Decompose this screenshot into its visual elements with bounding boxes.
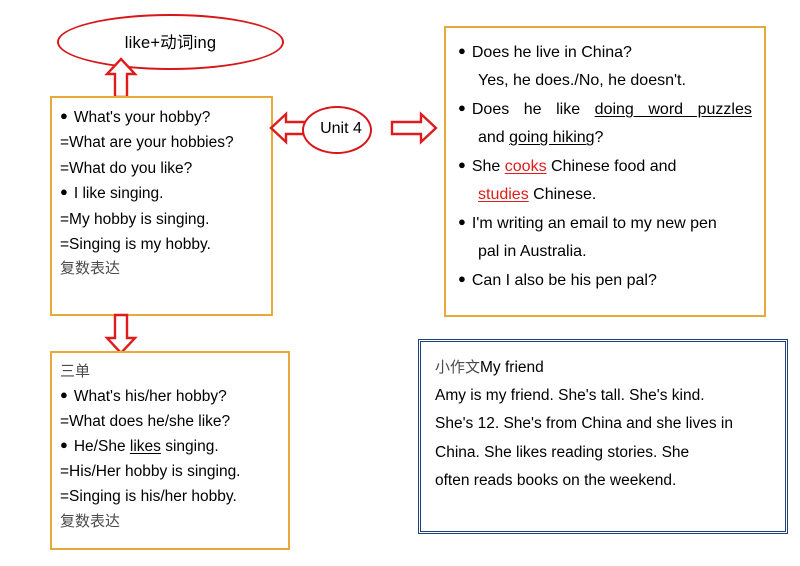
list-item: ● What's your hobby?: [60, 105, 265, 130]
list-item: ● Does he like doing word puzzles: [458, 96, 754, 124]
list-item: ● He/She likes singing.: [60, 434, 282, 459]
list-item-text: She cooks Chinese food and: [472, 153, 677, 181]
sentences-box: ● Does he live in China? Yes, he does./N…: [444, 26, 766, 317]
list-item-text: Does he live in China?: [471, 44, 632, 61]
unit-ellipse: Unit 4: [302, 106, 372, 154]
diagram-canvas: like+动词ing ● What's your hobby? =What ar…: [0, 0, 800, 566]
question-continuation: and going hiking?: [458, 124, 754, 152]
list-item: =His/Her hobby is singing.: [60, 463, 241, 481]
list-item: =What are your hobbies?: [60, 134, 234, 152]
text-fragment: She: [471, 157, 505, 175]
composition-line: Amy is my friend. She's tall. She's kind…: [435, 387, 705, 405]
bullet-icon: ●: [458, 270, 466, 286]
bullet-icon: ●: [60, 184, 68, 200]
composition-heading-cn: 小作文: [435, 359, 481, 376]
list-item-text: What's your hobby?: [73, 109, 211, 126]
composition-line: often reads books on the weekend.: [435, 471, 677, 489]
bullet-icon: ●: [60, 437, 68, 453]
list-item: =What does he/she like?: [60, 413, 231, 431]
highlighted-verb: studies: [478, 186, 529, 204]
list-item-text: He/She likes singing.: [74, 434, 219, 459]
plural-note: 复数表达: [60, 512, 121, 530]
sentence-continuation: studies Chinese.: [458, 181, 754, 209]
list-item: ● Can I also be his pen pal?: [458, 267, 754, 295]
third-person-box: 三单 ● What's his/her hobby? =What does he…: [50, 351, 290, 550]
text-fragment: He/She: [73, 438, 130, 456]
bullet-icon: ●: [458, 99, 466, 115]
list-item-text: Does he like doing word puzzles: [472, 96, 752, 124]
arrow-up-icon: [104, 57, 138, 99]
text-fragment: and: [478, 129, 510, 147]
answer-line: Yes, he does./No, he doesn't.: [478, 72, 686, 90]
sentence-continuation: pal in Australia.: [478, 243, 587, 261]
list-item-text: I like singing.: [73, 185, 164, 203]
list-item: ● Does he live in China?: [458, 39, 754, 67]
topic-ellipse: like+动词ing: [57, 14, 284, 70]
composition-heading: 小作文My friend: [435, 354, 773, 382]
underlined-phrase: going hiking: [509, 129, 595, 147]
bullet-icon: ●: [60, 108, 68, 123]
text-fragment: Chinese food and: [546, 157, 677, 175]
composition-heading-en: My friend: [480, 359, 544, 376]
underlined-verb: likes: [129, 438, 161, 456]
list-item: ● What's his/her hobby?: [60, 384, 282, 409]
first-person-box: ● What's your hobby? =What are your hobb…: [50, 96, 273, 316]
arrow-right-icon: [390, 111, 438, 145]
topic-ellipse-label: like+动词ing: [124, 34, 217, 52]
arrow-down-icon: [104, 313, 138, 355]
bullet-icon: ●: [60, 387, 68, 402]
list-item: =My hobby is singing.: [60, 210, 210, 228]
list-item-text: What's his/her hobby?: [73, 388, 227, 405]
composition-box: 小作文My friend Amy is my friend. She's tal…: [418, 339, 788, 534]
list-item: ● She cooks Chinese food and: [458, 153, 754, 181]
text-fragment: Chinese.: [528, 186, 597, 204]
unit-ellipse-label: Unit 4: [320, 120, 362, 137]
text-fragment: Does he like: [471, 100, 595, 118]
list-item-text: I'm writing an email to my new pen: [471, 214, 717, 232]
underlined-phrase: doing word puzzles: [594, 100, 752, 118]
third-person-heading: 三单: [60, 363, 91, 380]
plural-note: 复数表达: [60, 260, 121, 278]
bullet-icon: ●: [458, 156, 466, 172]
highlighted-verb: cooks: [504, 157, 547, 175]
list-item: =Singing is my hobby.: [60, 236, 211, 254]
composition-line: China. She likes reading stories. She: [435, 443, 690, 461]
list-item: =Singing is his/her hobby.: [60, 488, 237, 506]
text-fragment: singing.: [160, 438, 219, 456]
list-item: ● I like singing.: [60, 181, 265, 206]
bullet-icon: ●: [458, 213, 466, 229]
list-item-text: Can I also be his pen pal?: [471, 271, 657, 289]
composition-line: She's 12. She's from China and she lives…: [435, 415, 733, 433]
text-fragment: ?: [594, 129, 604, 147]
list-item: =What do you like?: [60, 159, 193, 177]
list-item: ● I'm writing an email to my new pen: [458, 210, 754, 238]
bullet-icon: ●: [458, 43, 466, 58]
